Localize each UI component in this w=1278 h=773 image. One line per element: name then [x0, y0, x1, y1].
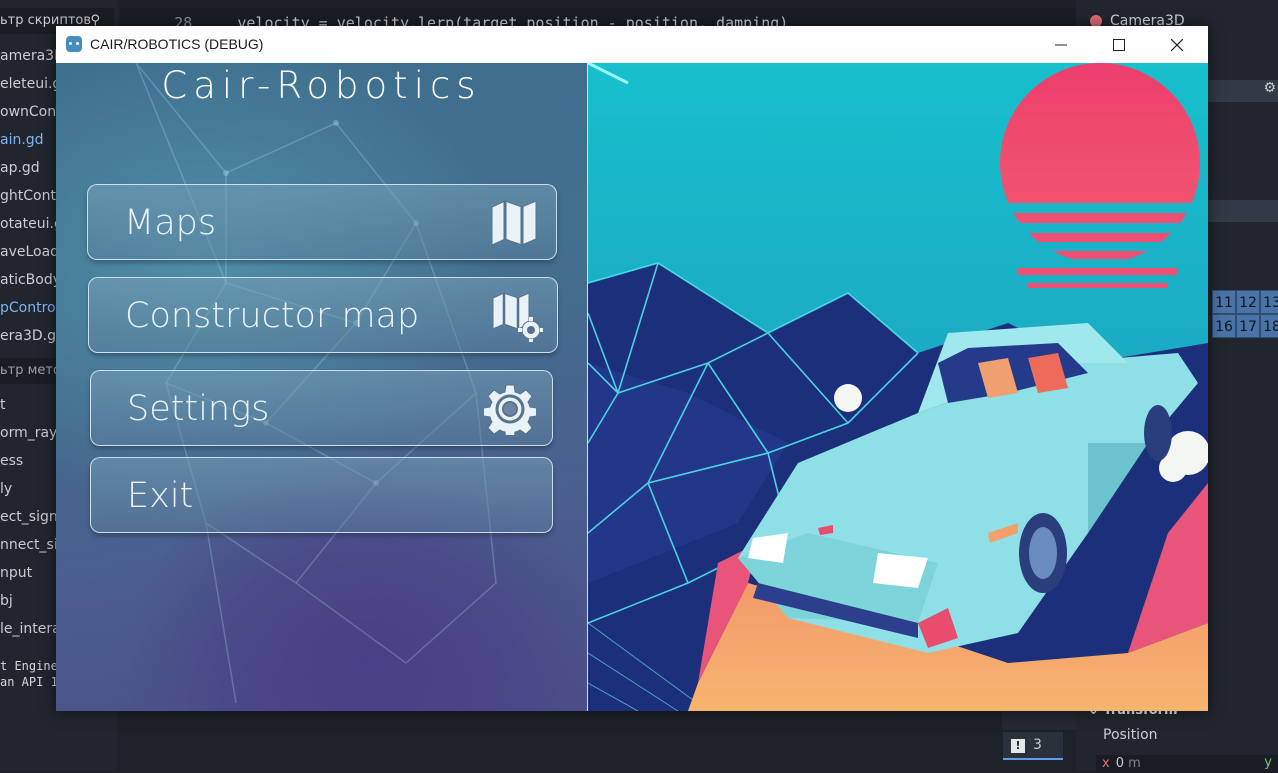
- maximize-icon: [1113, 38, 1125, 51]
- y-label: y: [1264, 755, 1272, 770]
- main-menu-panel: Cair-Robotics Maps Constructor map Setti…: [56, 63, 588, 711]
- settings-button[interactable]: Settings: [90, 370, 553, 446]
- toolbar-strip: [1208, 200, 1278, 222]
- position-property-label: Position: [1103, 727, 1158, 743]
- layer-cell[interactable]: 16: [1212, 314, 1236, 338]
- constructor-map-button[interactable]: Constructor map: [88, 277, 558, 353]
- minimize-icon: [1055, 44, 1067, 45]
- game-viewport: Cair-Robotics Maps Constructor map Setti…: [56, 63, 1208, 711]
- minimize-button[interactable]: [1032, 26, 1090, 63]
- godot-icon: [66, 36, 82, 52]
- output-console: t Engine an API 1: [0, 658, 58, 690]
- game-window: CAIR/ROBOTICS (DEBUG) Cair-Robotics Maps…: [56, 26, 1208, 711]
- warning-icon: !: [1011, 739, 1025, 753]
- constructor-map-button-label: Constructor map: [125, 296, 420, 336]
- x-label: x: [1102, 756, 1110, 771]
- retro-car-illustration: [588, 63, 1208, 711]
- close-icon: [1171, 38, 1183, 51]
- layer-cell[interactable]: 18: [1260, 314, 1278, 338]
- layer-grid: 11 12 13 16 17 18: [1212, 290, 1278, 338]
- position-x-field[interactable]: x0 m: [1096, 755, 1278, 773]
- x-unit: m: [1128, 756, 1141, 771]
- warning-count: 3: [1033, 737, 1042, 753]
- scene-preview: [588, 63, 1208, 711]
- settings-button-label: Settings: [127, 389, 270, 429]
- window-titlebar[interactable]: CAIR/ROBOTICS (DEBUG): [56, 26, 1208, 63]
- x-value: 0: [1115, 756, 1124, 771]
- maps-button[interactable]: Maps: [87, 184, 557, 260]
- exit-button[interactable]: Exit: [90, 457, 553, 533]
- maximize-button[interactable]: [1090, 26, 1148, 63]
- exit-button-label: Exit: [127, 476, 194, 516]
- gear-icon: [484, 384, 536, 435]
- layer-cell[interactable]: 11: [1212, 290, 1236, 314]
- warnings-tab[interactable]: ! 3: [1003, 732, 1063, 760]
- layer-cell[interactable]: 17: [1236, 314, 1260, 338]
- layer-cell[interactable]: 12: [1236, 290, 1260, 314]
- console-line: an API 1: [0, 675, 58, 689]
- console-line: t Engine: [0, 659, 58, 673]
- window-title: CAIR/ROBOTICS (DEBUG): [90, 36, 264, 52]
- map-settings-icon: [492, 292, 543, 342]
- layer-cell[interactable]: 13: [1260, 290, 1278, 314]
- maps-button-label: Maps: [124, 203, 217, 243]
- game-title: Cair-Robotics: [161, 64, 482, 107]
- map-icon: [491, 200, 537, 246]
- gear-icon[interactable]: ⚙: [1263, 80, 1276, 96]
- close-button[interactable]: [1148, 26, 1206, 63]
